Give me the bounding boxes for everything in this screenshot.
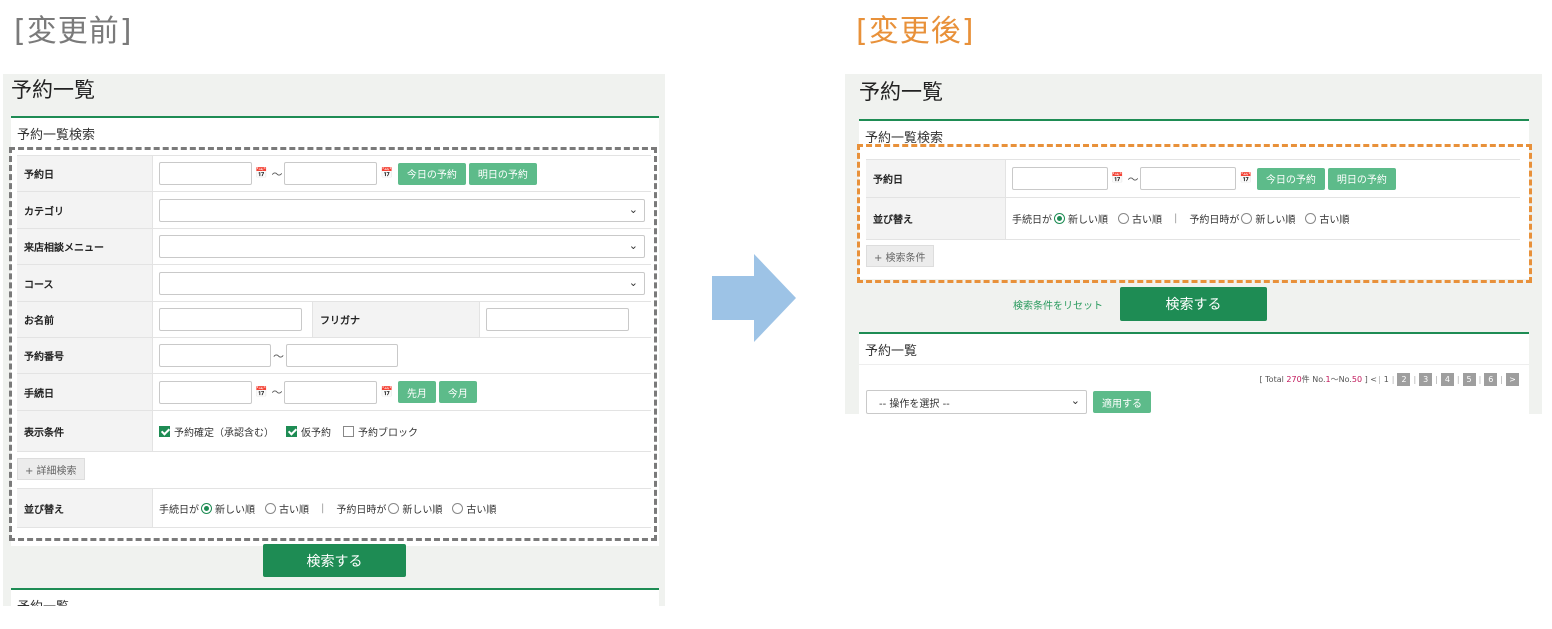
pager-prev[interactable]: < bbox=[1370, 375, 1377, 384]
pager-current: 1 bbox=[1383, 375, 1389, 384]
list-card: 予約一覧 bbox=[11, 588, 659, 606]
changed-area-highlight-after bbox=[857, 144, 1532, 283]
pagination: [ Total 270 件 No. 1 〜No. 50 ] < | 1 | 2 … bbox=[1259, 373, 1521, 386]
pager-page[interactable]: 3 bbox=[1419, 373, 1433, 386]
pager-to: 50 bbox=[1351, 375, 1363, 384]
changed-area-highlight-before bbox=[9, 147, 657, 541]
search-button[interactable]: 検索する bbox=[1120, 287, 1267, 321]
before-caption: [変更前] bbox=[14, 14, 133, 49]
search-card-title: 予約一覧検索 bbox=[17, 128, 96, 143]
arrow-right-icon bbox=[712, 254, 796, 342]
page-title: 予約一覧 bbox=[11, 78, 95, 102]
pager-page[interactable]: 4 bbox=[1440, 373, 1454, 386]
pager-close: ] bbox=[1364, 375, 1368, 384]
list-card-title: 予約一覧 bbox=[17, 596, 69, 606]
pager-page[interactable]: 2 bbox=[1397, 373, 1411, 386]
pager-total: 270 bbox=[1286, 375, 1302, 384]
list-card-title: 予約一覧 bbox=[865, 344, 918, 359]
pager-page[interactable]: 5 bbox=[1462, 373, 1476, 386]
action-select-value: -- 操作を選択 -- bbox=[879, 398, 950, 410]
list-card: 予約一覧 [ Total 270 件 No. 1 〜No. 50 ] < | 1… bbox=[859, 332, 1529, 414]
after-caption: [変更後] bbox=[856, 14, 975, 49]
pager-next[interactable]: > bbox=[1506, 373, 1519, 386]
reset-search-link[interactable]: 検索条件をリセット bbox=[1013, 297, 1103, 312]
search-button[interactable]: 検索する bbox=[263, 544, 406, 577]
page-title: 予約一覧 bbox=[859, 80, 943, 104]
apply-button[interactable]: 適用する bbox=[1093, 391, 1151, 413]
chevron-down-icon: ⌄ bbox=[1070, 394, 1080, 407]
pager-ken: 件 No. bbox=[1301, 375, 1326, 384]
pager-open: [ Total bbox=[1259, 375, 1284, 384]
pager-page[interactable]: 6 bbox=[1484, 373, 1498, 386]
action-select[interactable]: -- 操作を選択 -- ⌄ bbox=[866, 390, 1087, 414]
pager-wave: 〜No. bbox=[1330, 375, 1352, 384]
